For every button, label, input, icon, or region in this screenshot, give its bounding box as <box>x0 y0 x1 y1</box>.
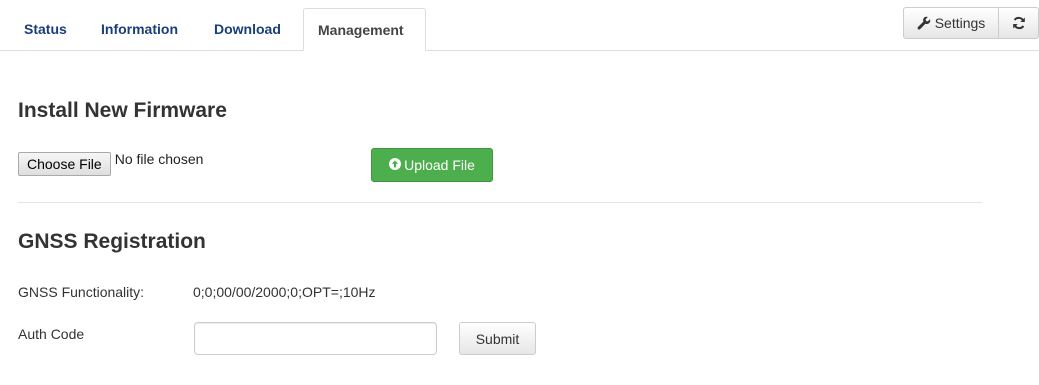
circle-arrow-up-icon <box>389 157 402 173</box>
submit-button[interactable]: Submit <box>459 322 536 355</box>
settings-button[interactable]: Settings <box>903 7 999 39</box>
upload-file-button[interactable]: Upload File <box>371 148 493 182</box>
upload-file-label: Upload File <box>404 157 475 173</box>
firmware-file-input: Choose File No file chosen <box>18 152 203 176</box>
refresh-button[interactable] <box>999 7 1039 39</box>
gnss-functionality-value: 0;0;00/00/2000;0;OPT=;10Hz <box>193 284 376 300</box>
auth-code-label: Auth Code <box>18 326 85 342</box>
tab-information[interactable]: Information <box>87 8 192 50</box>
section-divider <box>18 202 982 203</box>
tab-download[interactable]: Download <box>200 8 295 50</box>
tab-status[interactable]: Status <box>10 8 81 50</box>
refresh-icon <box>1012 16 1026 30</box>
gnss-functionality-label: GNSS Functionality: <box>18 284 145 300</box>
tab-bar: Status Information Download Management S… <box>0 0 1039 51</box>
toolbar: Settings <box>903 7 1039 39</box>
tab-management[interactable]: Management <box>303 8 426 51</box>
gnss-heading: GNSS Registration <box>18 230 206 253</box>
firmware-heading: Install New Firmware <box>18 99 227 122</box>
auth-code-input[interactable] <box>194 322 437 355</box>
choose-file-button[interactable]: Choose File <box>18 152 111 176</box>
wrench-icon <box>917 16 931 30</box>
settings-label: Settings <box>934 15 986 31</box>
management-page: Status Information Download Management S… <box>0 0 1039 385</box>
file-status-text: No file chosen <box>114 151 204 167</box>
